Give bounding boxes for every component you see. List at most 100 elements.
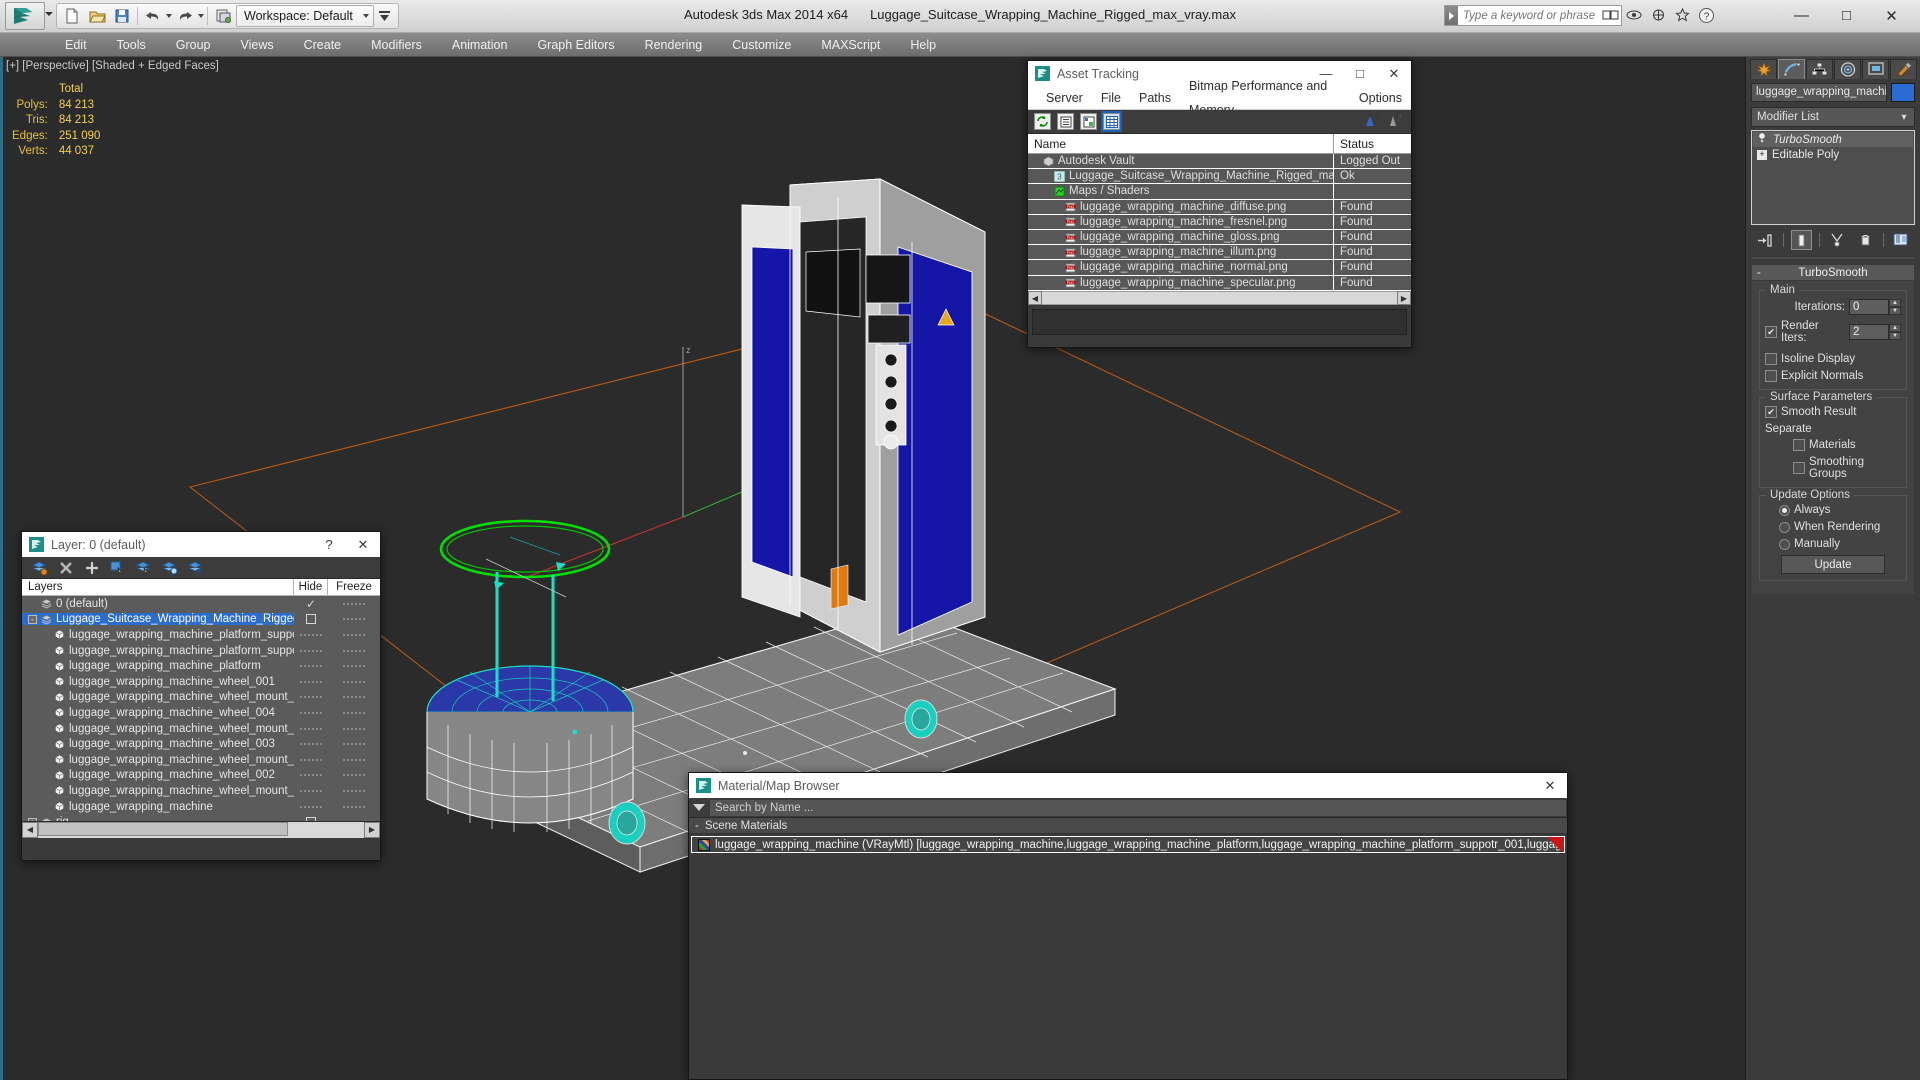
menu-graph-editors[interactable]: Graph Editors — [522, 33, 629, 57]
autodesk-360-icon[interactable] — [1625, 6, 1643, 24]
layer-row-name-cell[interactable]: luggage_wrapping_machine_wheel_002 — [22, 769, 294, 781]
layer-freeze-cell[interactable] — [328, 711, 380, 714]
layer-hide-cell[interactable] — [294, 633, 328, 636]
layer-hide-cell[interactable] — [294, 789, 328, 792]
layer-row-name-cell[interactable]: luggage_wrapping_machine_platform_suppot… — [22, 629, 294, 641]
delete-layer-icon[interactable] — [58, 560, 73, 575]
pin-stack-icon[interactable] — [1755, 230, 1776, 250]
layer-window-titlebar[interactable]: Layer: 0 (default) ? ✕ — [22, 532, 380, 557]
layer-row-name-cell[interactable]: luggage_wrapping_machine_wheel_003 — [22, 738, 294, 750]
layer-freeze-cell[interactable] — [328, 696, 380, 699]
layer-row[interactable]: 0 (default) ✓ — [22, 596, 380, 612]
asset-row-name-cell[interactable]: PNG luggage_wrapping_machine_fresnel.png — [1028, 214, 1334, 229]
3dsmax-logo-icon[interactable] — [5, 2, 45, 30]
layer-freeze-cell[interactable] — [328, 758, 380, 761]
object-name-field[interactable]: luggage_wrapping_machine — [1751, 83, 1887, 102]
asset-tracking-close[interactable]: ✕ — [1377, 61, 1411, 86]
asset-row-name-cell[interactable]: PNG luggage_wrapping_machine_specular.png — [1028, 275, 1334, 290]
asset-row-name-cell[interactable]: 3 Luggage_Suitcase_Wrapping_Machine_Rigge… — [1028, 169, 1334, 184]
render-iters-spin-up[interactable]: ▲ — [1889, 324, 1901, 332]
highlight-selected-objects-icon[interactable] — [162, 560, 177, 575]
layer-properties-icon[interactable] — [188, 560, 203, 575]
scene-materials-section-header[interactable]: - Scene Materials — [689, 818, 1567, 834]
list-view-icon[interactable] — [1057, 113, 1074, 130]
search-input[interactable] — [1458, 7, 1621, 24]
layer-row-name-cell[interactable]: luggage_wrapping_machine_wheel_mount_002 — [22, 785, 294, 797]
scene-materials-list[interactable]: luggage_wrapping_machine (VRayMtl) [lugg… — [689, 834, 1567, 853]
create-new-layer-icon[interactable] — [32, 560, 47, 575]
update-button[interactable]: Update — [1781, 555, 1885, 574]
layer-scroll-right-button[interactable]: ▶ — [364, 821, 380, 838]
help-pointer-icon[interactable]: ? — [1388, 114, 1403, 129]
remove-modifier-icon[interactable] — [1855, 230, 1876, 250]
layer-row-name-cell[interactable]: luggage_wrapping_machine_wheel_004 — [22, 707, 294, 719]
asset-row-name-cell[interactable]: Autodesk Vault — [1028, 154, 1334, 169]
layer-row-name-cell[interactable]: luggage_wrapping_machine_wheel_mount_001 — [22, 691, 294, 703]
asset-scroll-right-button[interactable]: ▶ — [1397, 291, 1411, 306]
tab-modify[interactable] — [1778, 59, 1805, 79]
configure-modifier-sets-icon[interactable] — [1891, 230, 1912, 250]
signin-icon[interactable] — [1601, 6, 1619, 24]
logo-dropdown-caret-icon[interactable] — [45, 12, 53, 16]
modifier-list-dropdown[interactable]: Modifier List ▾ — [1751, 107, 1915, 127]
layer-hide-cell[interactable] — [294, 665, 328, 668]
menu-tools[interactable]: Tools — [102, 33, 161, 57]
iterations-spin-buttons[interactable]: ▲ ▼ — [1889, 299, 1901, 315]
render-iters-input[interactable]: 2 — [1849, 324, 1889, 340]
select-objects-in-layer-icon[interactable] — [110, 560, 125, 575]
material-search-input[interactable]: Search by Name ... — [709, 798, 1567, 817]
manually-radio[interactable] — [1779, 538, 1790, 550]
layer-row[interactable]: luggage_wrapping_machine_wheel_004 — [22, 705, 380, 721]
column-header-status[interactable]: Status — [1334, 134, 1411, 153]
material-browser-titlebar[interactable]: Material/Map Browser ✕ — [689, 773, 1567, 798]
layer-row[interactable]: luggage_wrapping_machine_platform — [22, 658, 380, 674]
rollout-collapse-icon[interactable]: - — [1757, 267, 1761, 279]
menu-modifiers[interactable]: Modifiers — [356, 33, 437, 57]
expand-icon[interactable]: + — [1757, 149, 1767, 160]
layer-window-close[interactable]: ✕ — [346, 532, 380, 557]
exchange-apps-icon[interactable] — [1649, 6, 1667, 24]
asset-row[interactable]: PNG luggage_wrapping_machine_illum.png Fou… — [1028, 245, 1411, 261]
asset-row-name-cell[interactable]: PNG luggage_wrapping_machine_gloss.png — [1028, 229, 1334, 245]
maximize-button[interactable]: □ — [1824, 2, 1869, 29]
hide-checkbox[interactable] — [306, 614, 316, 625]
collapse-icon[interactable]: - — [28, 614, 37, 624]
asset-row[interactable]: PNG luggage_wrapping_machine_normal.png Fo… — [1028, 260, 1411, 276]
layer-scroll-left-button[interactable]: ◀ — [22, 821, 38, 838]
asset-menu-file[interactable]: File — [1092, 86, 1130, 110]
asset-horizontal-scrollbar[interactable]: ◀ ▶ — [1028, 290, 1411, 306]
iterations-spinner[interactable]: 0 ▲ ▼ — [1849, 299, 1901, 315]
help-circle-icon[interactable]: ? — [1697, 6, 1715, 24]
layer-hide-cell[interactable] — [294, 805, 328, 808]
layer-window-help[interactable]: ? — [312, 532, 346, 557]
render-iters-spin-buttons[interactable]: ▲ ▼ — [1889, 324, 1901, 340]
layer-freeze-cell[interactable] — [328, 633, 380, 636]
layer-freeze-cell[interactable] — [328, 774, 380, 777]
asset-row[interactable]: Autodesk Vault Logged Out — [1028, 154, 1411, 170]
layer-row[interactable]: luggage_wrapping_machine_platform_suppot… — [22, 627, 380, 643]
modifier-stack-item[interactable]: + Editable Poly — [1753, 147, 1913, 162]
smooth-result-checkbox[interactable] — [1765, 406, 1777, 418]
layer-hide-cell[interactable] — [294, 614, 328, 625]
layer-freeze-cell[interactable] — [328, 665, 380, 668]
asset-row[interactable]: PNG luggage_wrapping_machine_fresnel.png F… — [1028, 214, 1411, 230]
hide-checkbox[interactable] — [306, 817, 316, 821]
asset-menu-server[interactable]: Server — [1037, 86, 1092, 110]
asset-tracking-window[interactable]: Asset Tracking — □ ✕ Server File Paths Bitm… — [1027, 60, 1412, 348]
material-map-browser-window[interactable]: Material/Map Browser ✕ Search by Name ..… — [688, 772, 1568, 1080]
asset-scroll-left-button[interactable]: ◀ — [1028, 291, 1042, 306]
asset-row[interactable]: Maps / Shaders — [1028, 184, 1411, 200]
save-file-icon[interactable] — [110, 5, 134, 27]
grid-view-icon[interactable] — [1101, 111, 1122, 132]
material-browser-close[interactable]: ✕ — [1533, 773, 1567, 798]
layer-horizontal-scrollbar[interactable]: ◀ ▶ — [22, 821, 380, 838]
layer-row[interactable]: luggage_wrapping_machine_wheel_003 — [22, 736, 380, 752]
asset-menu-options[interactable]: Options — [1350, 86, 1411, 110]
layer-row[interactable]: luggage_wrapping_machine_wheel_mount_004 — [22, 721, 380, 737]
layer-column-freeze[interactable]: Freeze — [328, 579, 380, 595]
render-iters-spin-down[interactable]: ▼ — [1889, 332, 1901, 340]
search-box[interactable] — [1444, 5, 1622, 26]
hide-check-icon[interactable]: ✓ — [306, 597, 316, 611]
asset-grid-body[interactable]: Autodesk Vault Logged Out 3 Luggage_Suitcas… — [1028, 154, 1411, 291]
layer-freeze-cell[interactable] — [328, 602, 380, 605]
